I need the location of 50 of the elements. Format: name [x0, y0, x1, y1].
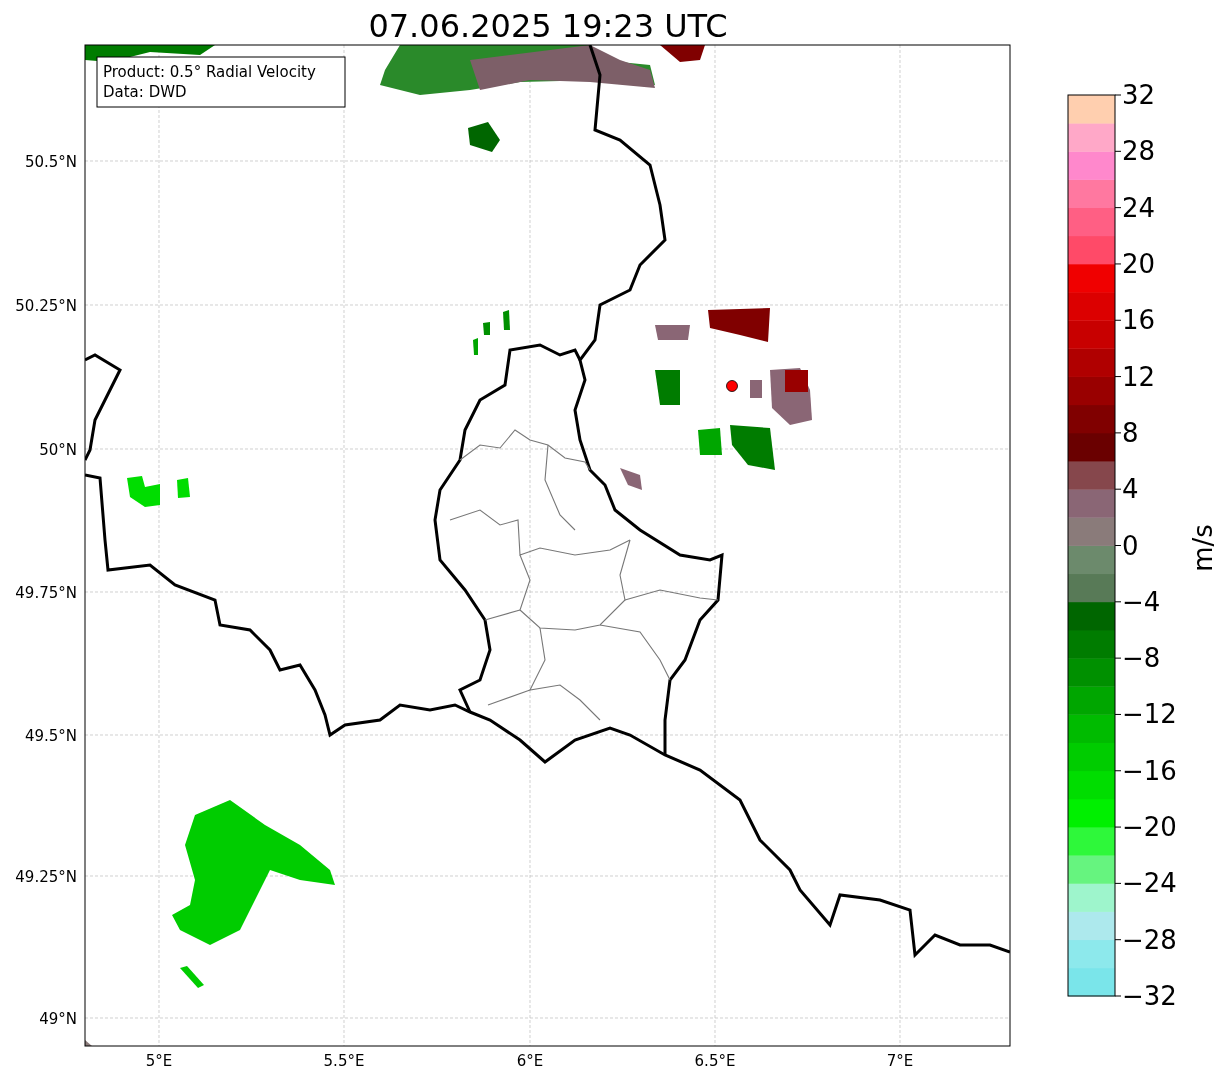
longitude-label: 7°E [886, 1052, 914, 1070]
radar-echo [468, 122, 500, 152]
latitude-label: 49°N [39, 1010, 77, 1028]
colorbar-tick-label: −32 [1122, 981, 1177, 1011]
radar-echo [503, 310, 510, 330]
colorbar-tick-label: −4 [1122, 586, 1161, 617]
colorbar-tick-label: 0 [1122, 530, 1139, 561]
colorbar-tick-label: −28 [1122, 924, 1177, 955]
radar-site-marker [726, 380, 738, 392]
longitude-label: 6°E [516, 1052, 544, 1070]
radar-echo [473, 338, 478, 355]
latitude-label: 49.25°N [15, 868, 77, 886]
radar-echo [655, 370, 680, 405]
radar-echo [660, 45, 705, 62]
info-text: Data: DWD [103, 83, 187, 101]
plot-title: 07.06.2025 19:23 UTC [368, 7, 728, 45]
colorbar-tick-label: −12 [1122, 699, 1177, 730]
info-text: Product: 0.5° Radial Velocity [103, 63, 316, 81]
colorbar-tick-label: −20 [1122, 812, 1177, 843]
colorbar-tick-label: 28 [1122, 136, 1156, 167]
latitude-label: 50.5°N [24, 153, 77, 171]
radar-echo [620, 468, 642, 490]
latitude-label: 50°N [39, 441, 77, 459]
colorbar-tick-label: −24 [1122, 868, 1177, 899]
colorbar-tick-label: 16 [1122, 305, 1156, 336]
longitude-label: 5.5°E [323, 1052, 365, 1070]
colorbar-tick-label: 20 [1122, 248, 1156, 279]
radar-echo [655, 325, 690, 340]
radar-echo [127, 476, 160, 507]
latitude-label: 49.5°N [24, 727, 77, 745]
colorbar-tick-label: 12 [1122, 361, 1156, 392]
colorbar-tick-label: 32 [1122, 80, 1156, 110]
longitude-label: 5°E [145, 1052, 173, 1070]
colorbar-tick-label: −16 [1122, 755, 1177, 786]
longitude-label: 6.5°E [694, 1052, 736, 1070]
radar-echo [750, 380, 762, 398]
latitude-label: 50.25°N [15, 297, 77, 315]
colorbar-unit-label: m/s [1188, 524, 1218, 572]
radar-echo [483, 322, 490, 335]
radar-echo [698, 428, 722, 455]
colorbar-tick-label: 24 [1122, 192, 1156, 223]
colorbar-tick-label: −8 [1122, 643, 1161, 674]
colorbar-tick-label: 4 [1122, 474, 1139, 505]
radar-echo [730, 425, 775, 470]
radar-echo [180, 966, 204, 988]
radar-echo [177, 478, 190, 498]
colorbar-tick-label: 8 [1122, 417, 1139, 448]
radar-echo [708, 308, 770, 342]
latitude-label: 49.75°N [15, 584, 77, 602]
radar-echo [85, 1040, 92, 1046]
